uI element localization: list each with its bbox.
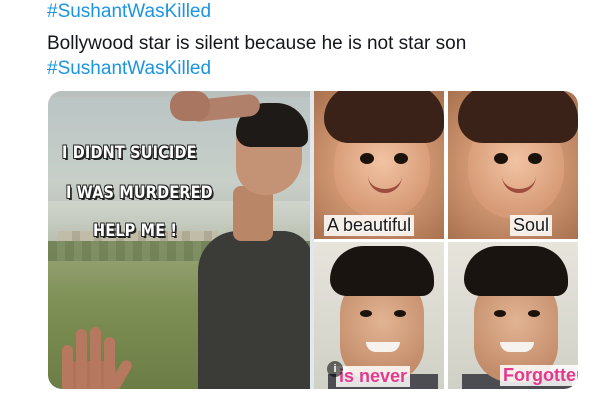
finger xyxy=(62,345,73,389)
smile xyxy=(366,342,400,352)
smile xyxy=(500,342,534,352)
collage-caption: is never xyxy=(336,366,411,387)
eye xyxy=(360,153,374,164)
baby-hair xyxy=(458,91,578,143)
collage-caption: Forgotten xyxy=(500,365,578,386)
hand-on-glass xyxy=(54,309,134,389)
media-image-left[interactable]: I DIDNT SUICIDE I WAS MURDERED HELP ME ! xyxy=(48,91,310,389)
eye xyxy=(494,153,508,164)
man-hair xyxy=(330,246,434,296)
tweet-media[interactable]: I DIDNT SUICIDE I WAS MURDERED HELP ME ! xyxy=(48,91,578,389)
meme-text-line: I WAS MURDERED xyxy=(66,183,213,203)
finger xyxy=(76,329,87,389)
eye xyxy=(494,310,506,317)
hashtag-link[interactable]: #SushantWasKilled xyxy=(47,0,211,23)
collage-caption: A beautiful xyxy=(324,215,415,236)
media-image-right[interactable]: A beautiful Soul is never Forgotten xyxy=(314,91,578,389)
info-icon[interactable]: i xyxy=(327,361,343,377)
eye xyxy=(528,153,542,164)
finger xyxy=(90,327,101,389)
eye xyxy=(528,310,540,317)
person-raised-hand xyxy=(170,91,210,121)
person-shirt xyxy=(198,231,310,389)
tweet-text: Bollywood star is silent because he is n… xyxy=(47,33,467,54)
man-hair xyxy=(464,246,568,296)
eye xyxy=(394,153,408,164)
hashtag-link[interactable]: #SushantWasKilled xyxy=(47,57,211,80)
tweet: #SushantWasKilled Bollywood star is sile… xyxy=(0,0,600,400)
collage-caption: Soul xyxy=(510,215,553,236)
eye xyxy=(360,310,372,317)
meme-text-line: I DIDNT SUICIDE xyxy=(62,143,197,163)
eye xyxy=(394,310,406,317)
meme-text-line: HELP ME ! xyxy=(93,221,178,241)
baby-hair xyxy=(324,91,444,143)
